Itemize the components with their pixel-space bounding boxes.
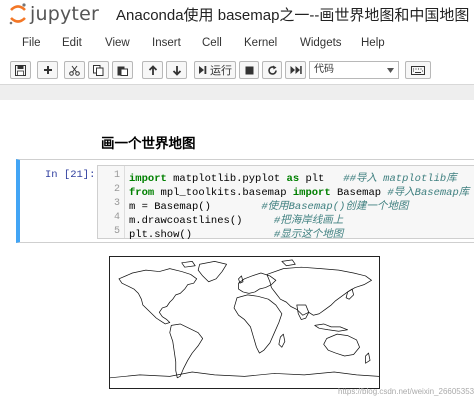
watermark: https://blog.csdn.net/weixin_26605353 [338,387,474,396]
coastline-north-america [118,268,198,325]
world-coastline-map [110,259,379,379]
line-number: 1 [113,170,120,181]
markdown-heading[interactable]: 画一个世界地图 [101,132,196,152]
header: jupyter Anaconda使用 basemap之一--画世界地图和中国地图 [0,0,474,28]
logo-text: jupyter [30,3,99,25]
restart-icon [267,65,277,75]
keyboard-icon [411,65,425,75]
notebook-title[interactable]: Anaconda使用 basemap之一--画世界地图和中国地图 [116,4,469,25]
menu-insert[interactable]: Insert [152,37,181,49]
coastline-madagascar [278,333,286,348]
menu-cell[interactable]: Cell [202,37,222,49]
coastline-asia [266,266,372,316]
menu-widgets[interactable]: Widgets [300,37,342,49]
coastline-africa [233,294,283,354]
menu-help[interactable]: Help [361,37,385,49]
input-prompt: In [21]: [45,169,96,181]
paste-button[interactable] [112,61,133,79]
code-editor[interactable]: 1 2 3 4 5 import matplotlib.pyplot as pl… [97,165,474,241]
coastline-new-zealand [365,352,371,364]
cell-type-value: 代码 [314,64,334,75]
move-up-button[interactable] [142,61,163,79]
line-number: 5 [113,226,120,237]
menu-view[interactable]: View [105,37,130,49]
arrow-up-icon [148,64,157,75]
line-number: 3 [113,198,120,209]
paste-icon [117,66,128,76]
coastline-south-america [169,323,204,379]
run-button[interactable]: 运行 [194,61,236,79]
command-palette-button[interactable] [405,61,431,79]
step-forward-icon [199,66,207,74]
save-icon [15,64,26,76]
code-line: from mpl_toolkits.basemap import Basemap… [129,187,470,199]
menu-file[interactable]: File [22,37,41,49]
coastline-australia [323,333,360,357]
code-line: import matplotlib.pyplot as plt ##导入 mat… [129,173,457,185]
move-down-button[interactable] [166,61,187,79]
coastline-arctic-islands [181,259,296,268]
line-number: 2 [113,184,120,195]
toolbar: 运行 代码 [0,58,474,85]
line-number: 4 [113,212,120,223]
cut-icon [69,65,80,76]
fast-forward-icon [290,66,302,74]
coastline-japan [345,288,354,300]
plus-icon [43,66,52,74]
coastline-antarctica [110,371,379,379]
arrow-down-icon [172,65,181,76]
chevron-down-icon [387,68,394,73]
code-line: m.drawcoastlines() #把海岸线画上 [129,215,344,227]
code-line: plt.show() #显示这个地图 [129,229,344,241]
restart-run-all-button[interactable] [285,61,306,79]
jupyter-logo-icon [9,3,26,25]
menu-edit[interactable]: Edit [62,37,82,49]
copy-icon [93,64,104,76]
interrupt-button[interactable] [239,61,259,79]
jupyter-logo[interactable]: jupyter [8,2,112,26]
coastline-india [296,304,310,320]
stop-icon [245,66,253,74]
notebook-page: 画一个世界地图 In [21]: 1 2 3 4 5 import matplo… [0,100,474,401]
code-line: m = Basemap() #使用Basemap()创建一个地图 [129,201,409,213]
restart-button[interactable] [262,61,282,79]
run-label: 运行 [210,65,232,77]
cell-type-select[interactable]: 代码 [309,61,399,79]
output-world-map [109,256,380,389]
cut-button[interactable] [64,61,85,79]
menubar: File Edit View Insert Cell Kernel Widget… [0,28,474,58]
line-number-gutter: 1 2 3 4 5 [98,166,125,238]
coastline-uk [238,275,244,284]
coastline-greenland [197,261,227,283]
save-button[interactable] [10,61,31,79]
copy-button[interactable] [88,61,109,79]
coastline-indonesia [314,323,348,332]
insert-cell-button[interactable] [37,61,58,79]
menu-kernel[interactable]: Kernel [244,37,277,49]
